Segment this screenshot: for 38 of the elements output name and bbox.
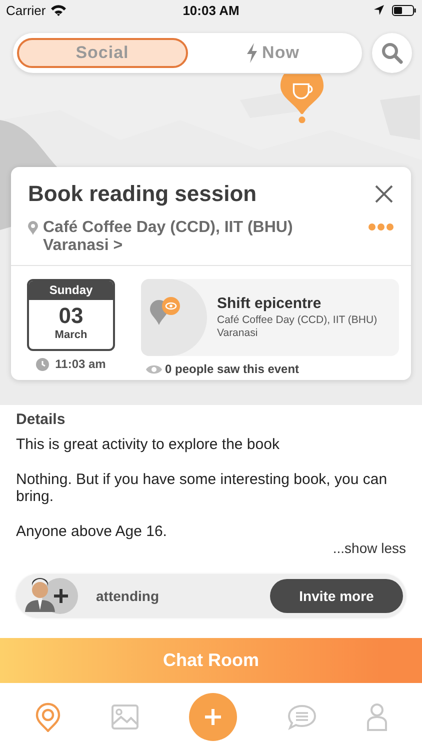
day-number: 03 <box>58 303 84 329</box>
show-less-link[interactable]: ...show less <box>332 540 406 556</box>
details-heading: Details <box>16 411 66 428</box>
map-pin-tab-icon[interactable] <box>35 702 61 732</box>
person-tab-icon[interactable] <box>367 702 387 730</box>
search-icon <box>381 42 403 64</box>
view-count: 0 people saw this event <box>165 362 300 376</box>
month-label: March <box>54 329 88 341</box>
attending-label: attending <box>96 588 159 604</box>
plus-icon <box>204 708 222 726</box>
details-paragraph: Anyone above Age 16. <box>16 523 168 540</box>
pin-eye-icon <box>149 296 183 326</box>
venue-panel[interactable]: Shift epicentre Café Coffee Day (CCD), IIT (BHU) Varanasi <box>141 279 399 356</box>
image-tab-icon[interactable] <box>111 704 139 730</box>
event-location-link[interactable]: Café Coffee Day (CCD), IIT (BHU) Varanasi > <box>43 219 333 255</box>
details-paragraph: This is great activity to explore the book <box>16 436 280 453</box>
clock-time: 10:03 AM <box>182 2 240 18</box>
add-button[interactable] <box>189 692 237 740</box>
add-attendee-icon[interactable] <box>24 576 80 616</box>
event-time: 11:03 am <box>55 357 106 371</box>
venue-address: Café Coffee Day (CCD), IIT (BHU) Varanasi <box>217 314 378 340</box>
invite-more-button[interactable]: Invite more <box>270 579 403 613</box>
clock-icon <box>36 358 50 370</box>
carrier-label: Carrier <box>6 2 46 18</box>
location-arrow-icon <box>374 5 384 15</box>
venue-name: Shift epicentre <box>217 295 322 312</box>
weekday-label: Sunday <box>29 281 113 300</box>
event-title: Book reading session <box>28 181 257 207</box>
lightning-icon <box>246 43 258 63</box>
more-options-icon[interactable] <box>368 223 394 231</box>
close-button[interactable] <box>374 184 394 204</box>
mode-tab[interactable]: Now <box>188 38 358 68</box>
wifi-icon <box>50 4 66 16</box>
eye-icon <box>146 364 162 374</box>
details-paragraph: Nothing. But if you have some interesting book, you can bring. <box>16 471 388 505</box>
chat-bubble-tab-icon[interactable] <box>287 704 317 730</box>
location-pin-icon <box>28 221 38 235</box>
battery-icon <box>392 4 416 16</box>
